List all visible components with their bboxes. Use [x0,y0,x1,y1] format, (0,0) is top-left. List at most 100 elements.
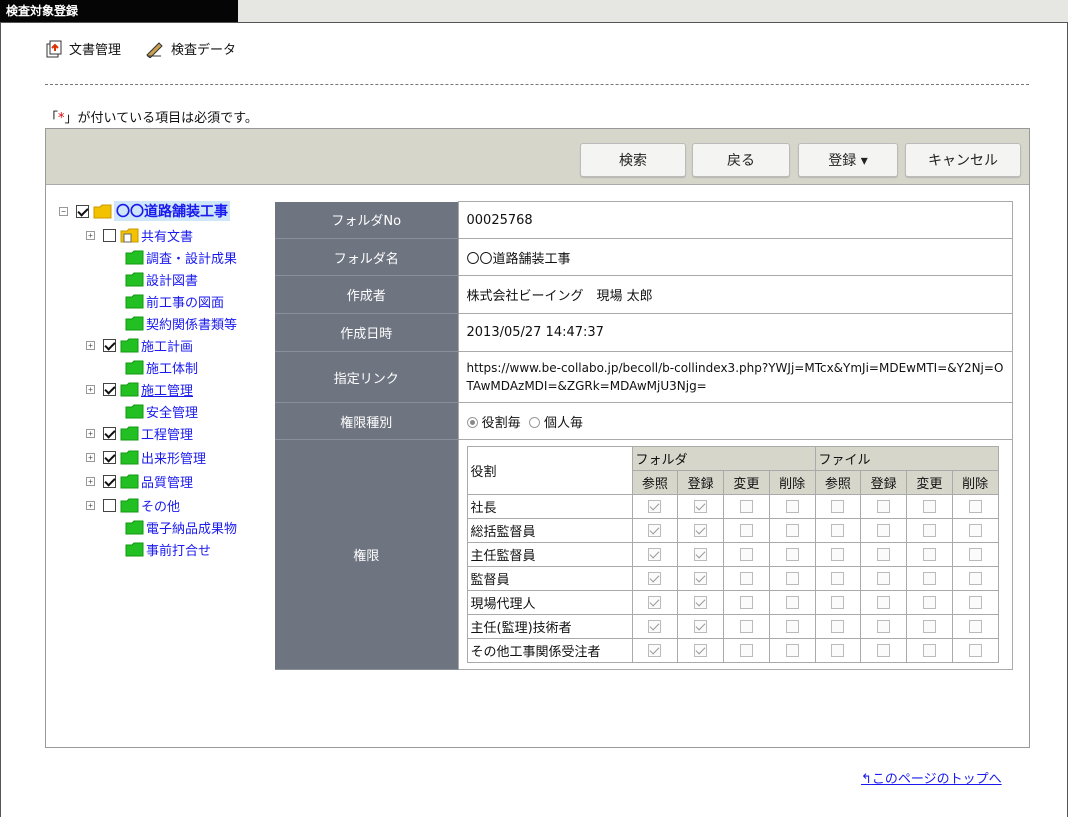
tree-item[interactable]: 事前打合せ [125,539,211,559]
expand-icon[interactable]: + [86,230,95,240]
tree-item-shared-docs[interactable]: + 共有文書 [86,225,193,245]
permission-checkbox[interactable] [739,548,753,561]
permission-checkbox[interactable] [922,644,936,657]
tree-root[interactable]: − 〇〇道路舗装工事 [59,201,230,221]
tree-item[interactable]: + 施工計画 [86,335,193,355]
permission-checkbox[interactable] [739,644,753,657]
radio-by-role[interactable] [466,416,478,428]
permission-checkbox[interactable] [648,596,662,609]
permission-checkbox[interactable] [831,548,845,561]
permission-checkbox[interactable] [968,620,982,633]
permission-checkbox[interactable] [785,572,799,585]
permission-checkbox[interactable] [785,596,799,609]
permission-checkbox[interactable] [877,500,891,513]
permission-checkbox[interactable] [831,620,845,633]
permission-checkbox[interactable] [785,548,799,561]
permission-checkbox[interactable] [785,620,799,633]
inspection-data-link[interactable]: 検査データ [145,39,236,58]
permission-checkbox[interactable] [648,572,662,585]
permission-checkbox[interactable] [968,548,982,561]
tree-item-label[interactable]: その他 [141,496,180,515]
tree-item-label[interactable]: 契約関係書類等 [146,314,237,333]
tree-item-label[interactable]: 電子納品成果物 [146,518,237,537]
page-top-link[interactable]: ↰このページのトップへ [861,768,1002,787]
permission-checkbox[interactable] [922,524,936,537]
permission-checkbox[interactable] [694,500,708,513]
link-value[interactable]: https://www.be-collabo.jp/becoll/b-colli… [457,351,1013,403]
permission-checkbox[interactable] [968,500,982,513]
tree-item-checkbox[interactable] [103,338,116,352]
tree-item-label[interactable]: 前工事の図面 [146,292,224,311]
tree-item[interactable]: + その他 [86,495,180,515]
permission-checkbox[interactable] [694,596,708,609]
tree-item[interactable]: 安全管理 [125,401,198,421]
tree-root-label[interactable]: 〇〇道路舗装工事 [114,201,230,221]
permission-checkbox[interactable] [877,596,891,609]
tree-item[interactable]: + 出来形管理 [86,447,206,467]
tree-item-label[interactable]: 施工体制 [146,358,198,377]
tree-item-checkbox[interactable] [103,498,116,512]
tree-item-checkbox[interactable] [103,450,116,464]
permission-checkbox[interactable] [877,524,891,537]
tree-item[interactable]: 設計図書 [125,269,198,289]
tree-item[interactable]: + 品質管理 [86,471,193,491]
radio-by-role-label[interactable]: 役割毎 [482,416,521,431]
permission-checkbox[interactable] [785,644,799,657]
tree-item[interactable]: 施工体制 [125,357,198,377]
search-button[interactable]: 検索 [580,143,686,177]
tree-item-label[interactable]: 事前打合せ [146,540,211,559]
permission-checkbox[interactable] [877,644,891,657]
tree-item[interactable]: + 工程管理 [86,423,193,443]
permission-checkbox[interactable] [739,572,753,585]
tree-item[interactable]: 電子納品成果物 [125,517,237,537]
tree-item-checkbox[interactable] [103,426,116,440]
tree-item-label[interactable]: 安全管理 [146,402,198,421]
permission-checkbox[interactable] [877,548,891,561]
tree-item-checkbox[interactable] [103,474,116,488]
permission-checkbox[interactable] [922,572,936,585]
tree-item[interactable]: + 施工管理 [86,379,193,399]
expand-icon[interactable]: + [86,428,95,438]
permission-checkbox[interactable] [648,524,662,537]
document-management-link[interactable]: 文書管理 [45,39,121,58]
tree-item-label[interactable]: 施工管理 [141,380,193,399]
permission-checkbox[interactable] [922,500,936,513]
expand-icon[interactable]: + [86,384,95,394]
permission-checkbox[interactable] [648,644,662,657]
radio-by-person[interactable] [528,416,540,428]
permission-checkbox[interactable] [922,620,936,633]
permission-checkbox[interactable] [785,524,799,537]
permission-checkbox[interactable] [922,596,936,609]
tree-root-checkbox[interactable] [76,204,89,218]
permission-checkbox[interactable] [785,500,799,513]
permission-checkbox[interactable] [831,500,845,513]
expand-icon[interactable]: + [86,452,95,462]
permission-checkbox[interactable] [694,524,708,537]
tree-item-label[interactable]: 出来形管理 [141,448,206,467]
permission-checkbox[interactable] [694,644,708,657]
permission-checkbox[interactable] [694,572,708,585]
tree-item-label[interactable]: 工程管理 [141,424,193,443]
permission-checkbox[interactable] [968,572,982,585]
permission-checkbox[interactable] [648,548,662,561]
tree-item-checkbox[interactable] [103,382,116,396]
tree-item[interactable]: 前工事の図面 [125,291,224,311]
collapse-icon[interactable]: − [59,206,68,216]
cancel-button[interactable]: キャンセル [905,143,1021,177]
permission-checkbox[interactable] [648,500,662,513]
permission-checkbox[interactable] [694,548,708,561]
permission-checkbox[interactable] [739,524,753,537]
tree-item-label[interactable]: 品質管理 [141,472,193,491]
tree-item[interactable]: 契約関係書類等 [125,313,237,333]
permission-checkbox[interactable] [831,644,845,657]
permission-checkbox[interactable] [968,524,982,537]
radio-by-person-label[interactable]: 個人毎 [544,416,583,431]
permission-checkbox[interactable] [877,620,891,633]
permission-checkbox[interactable] [831,596,845,609]
permission-checkbox[interactable] [968,596,982,609]
tree-item-label[interactable]: 調査・設計成果 [146,248,237,267]
tree-item-label[interactable]: 共有文書 [141,226,193,245]
permission-checkbox[interactable] [739,620,753,633]
permission-checkbox[interactable] [831,572,845,585]
expand-icon[interactable]: + [86,340,95,350]
